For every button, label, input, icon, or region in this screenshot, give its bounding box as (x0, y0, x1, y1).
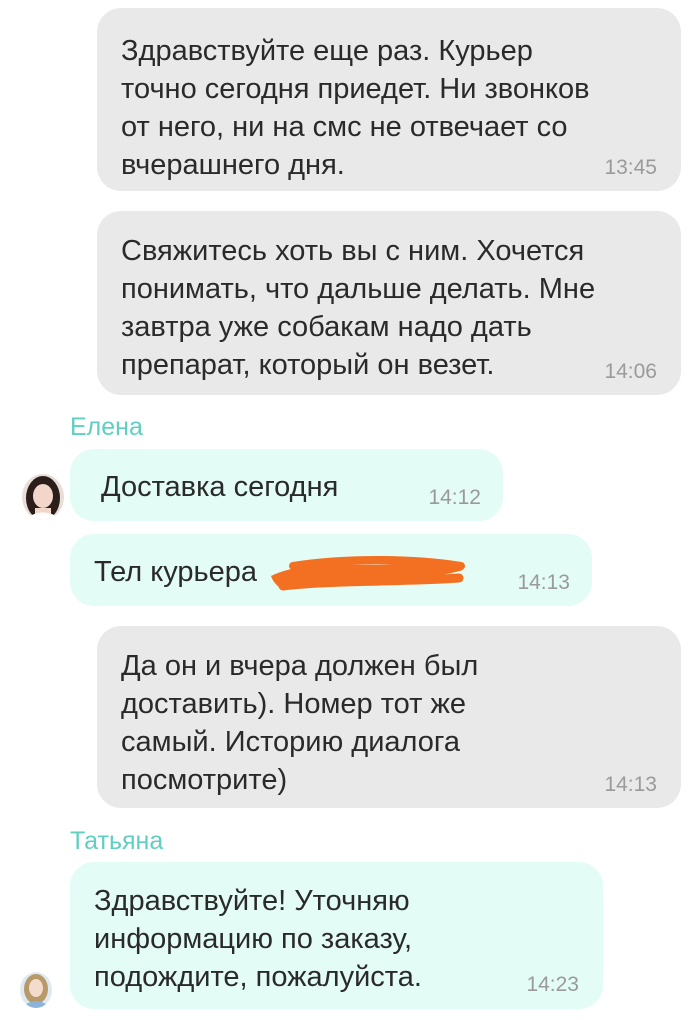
message-timestamp: 14:06 (604, 360, 657, 383)
redaction-scribble (271, 556, 465, 591)
message-timestamp: 13:45 (604, 156, 657, 179)
message-text: Да он и вчера должен был доставить). Ном… (121, 650, 479, 796)
sender-name: Елена (70, 413, 143, 441)
incoming-message-bubble[interactable]: Тел курьера 14:13 (70, 534, 592, 606)
outgoing-message-bubble[interactable]: Свяжитесь хоть вы с ним. Хочется понимат… (97, 211, 681, 395)
avatar-photo-icon (22, 474, 64, 520)
operator-avatar[interactable] (20, 972, 52, 1008)
incoming-message-bubble[interactable]: Здравствуйте! Уточняю информацию по зака… (70, 862, 603, 1009)
message-timestamp: 14:13 (517, 571, 570, 594)
sender-name: Татьяна (70, 827, 164, 855)
outgoing-message-bubble[interactable]: Здравствуйте еще раз. Курьер точно сегод… (97, 8, 681, 191)
operator-avatar[interactable] (22, 474, 64, 520)
incoming-message-bubble[interactable]: Доставка сегодня 14:12 (70, 449, 503, 521)
message-text: Здравствуйте еще раз. Курьер точно сегод… (121, 35, 590, 181)
message-timestamp: 14:23 (526, 973, 579, 996)
message-text: Тел курьера (94, 556, 258, 588)
message-text: Свяжитесь хоть вы с ним. Хочется понимат… (121, 235, 596, 381)
avatar-photo-icon (20, 972, 52, 1008)
message-text: Здравствуйте! Уточняю информацию по зака… (94, 885, 422, 993)
message-text: Доставка сегодня (101, 471, 339, 503)
message-timestamp: 14:13 (604, 773, 657, 796)
message-timestamp: 14:12 (428, 486, 481, 509)
outgoing-message-bubble[interactable]: Да он и вчера должен был доставить). Ном… (97, 626, 681, 808)
